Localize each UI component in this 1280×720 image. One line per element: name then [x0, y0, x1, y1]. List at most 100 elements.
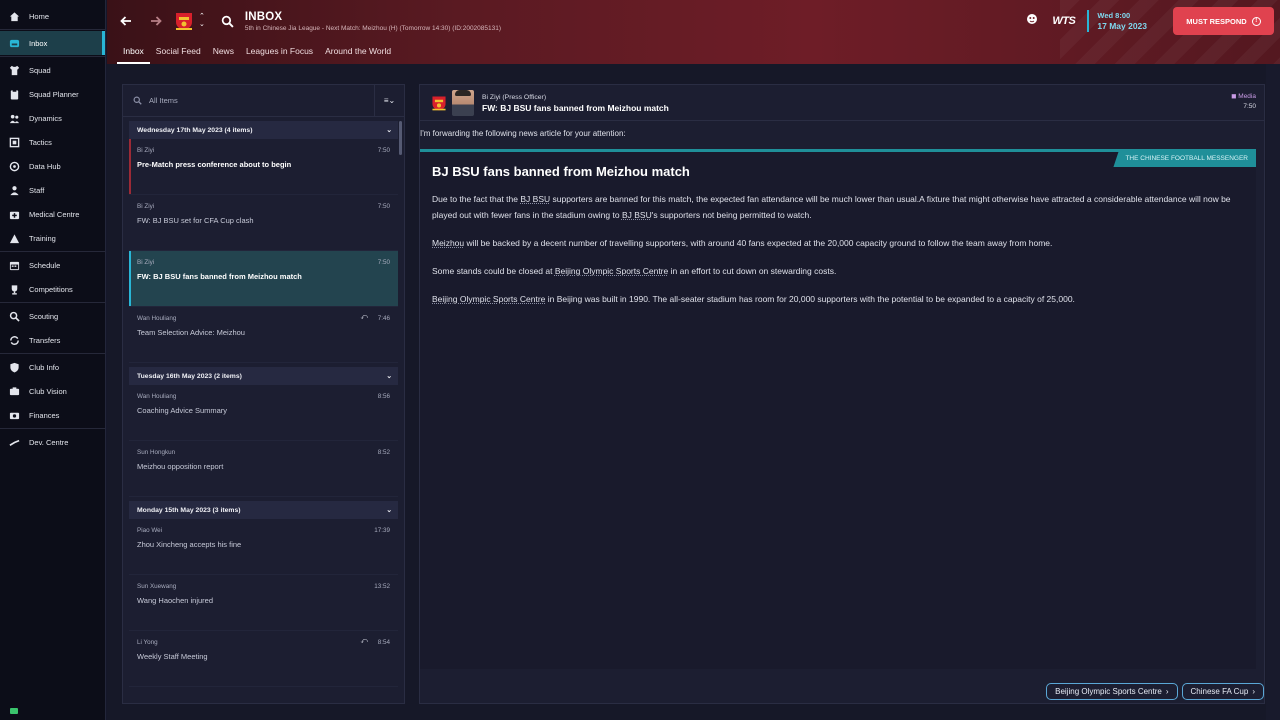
- article-paragraph: Meizhou will be backed by a decent numbe…: [432, 235, 1242, 251]
- page-subtitle: 5th in Chinese Jia League - Next Match: …: [244, 24, 502, 32]
- chevron-down-icon[interactable]: ⌄: [199, 21, 205, 29]
- chevron-up-icon[interactable]: ⌃: [199, 13, 205, 21]
- list-item[interactable]: Bi Ziyi FW: BJ BSU set for CFA Cup clash…: [129, 195, 398, 251]
- sidebar-item-label: Transfers: [29, 335, 61, 345]
- page-title-block: INBOX 5th in Chinese Jia League - Next M…: [245, 11, 501, 32]
- sidebar-item-home[interactable]: Home: [0, 4, 105, 28]
- news-article: THE CHINESE FOOTBALL MESSENGER BJ BSU fa…: [420, 149, 1256, 669]
- back-arrow-icon[interactable]: [115, 10, 137, 32]
- date-group-header[interactable]: Monday 15th May 2023 (3 items) ⌄: [129, 501, 398, 519]
- sidebar-item-tactics[interactable]: Tactics: [0, 130, 105, 154]
- sidebar-item-dev-centre[interactable]: Dev. Centre: [0, 430, 105, 454]
- list-item[interactable]: Sun Hongkun Meizhou opposition report 8:…: [129, 441, 398, 497]
- chevron-down-icon[interactable]: ⌄: [386, 506, 392, 514]
- date-group-header[interactable]: Tuesday 16th May 2023 (2 items) ⌄: [129, 367, 398, 385]
- tab-news[interactable]: News: [207, 44, 240, 64]
- avatar[interactable]: [452, 89, 474, 116]
- list-item-selected[interactable]: Bi Ziyi FW: BJ BSU fans banned from Meiz…: [129, 251, 398, 307]
- message-time: 17:39: [374, 527, 390, 534]
- sidebar-item-label: Tactics: [29, 137, 52, 147]
- sidebar-item-training[interactable]: Training: [0, 226, 105, 250]
- list-item[interactable]: Piao Wei Zhou Xincheng accepts his fine …: [129, 519, 398, 575]
- link-button-stadium[interactable]: Beijing Olympic Sports Centre ›: [1046, 683, 1178, 700]
- list-item[interactable]: Wan Houliang Coaching Advice Summary 8:5…: [129, 385, 398, 441]
- sidebar-item-transfers[interactable]: Transfers: [0, 328, 105, 352]
- sidebar-item-squad[interactable]: Squad: [0, 58, 105, 82]
- sidebar-item-label: Finances: [29, 410, 60, 420]
- filter-menu-icon[interactable]: ≡⌄: [374, 84, 404, 117]
- club-link[interactable]: BJ BSU: [520, 194, 550, 204]
- search-input[interactable]: All Items: [149, 96, 374, 105]
- sidebar-item-label: Competitions: [29, 284, 73, 294]
- message-sender: Bi Ziyi: [137, 147, 155, 154]
- message-time: 7:50: [377, 259, 390, 266]
- forward-arrow-icon[interactable]: [145, 10, 167, 32]
- list-item[interactable]: Sun Xuewang Wang Haochen injured 13:52: [129, 575, 398, 631]
- message-sender: Li Yong: [137, 639, 158, 646]
- message-subject: Wang Haochen injured: [137, 596, 214, 605]
- message-time: 8:52: [377, 449, 390, 456]
- message-meta: ◼ Media 7:50: [1231, 92, 1256, 112]
- sidebar-item-label: Home: [29, 11, 50, 21]
- list-item[interactable]: Bi Ziyi Pre-Match press conference about…: [129, 139, 398, 195]
- scrollbar-thumb[interactable]: [399, 121, 402, 155]
- search-icon[interactable]: [217, 10, 239, 32]
- sidebar-item-squad-planner[interactable]: Squad Planner: [0, 82, 105, 106]
- header: ⌃ ⌄ INBOX 5th in Chinese Jia League - Ne…: [107, 0, 1280, 64]
- must-respond-button[interactable]: MUST RESPOND !: [1173, 7, 1274, 35]
- sidebar: Home Inbox Squad Squad Planner Dynamics …: [0, 0, 106, 720]
- link-button-competition[interactable]: Chinese FA Cup ›: [1181, 683, 1264, 700]
- dynamics-icon: [8, 112, 20, 124]
- list-item[interactable]: Li Yong Weekly Staff Meeting ⤺ 8:54: [129, 631, 398, 687]
- club-link[interactable]: Meizhou: [432, 238, 464, 248]
- article-paragraph: Due to the fact that the BJ BSU supporte…: [432, 191, 1242, 223]
- sidebar-item-inbox[interactable]: Inbox: [0, 31, 105, 55]
- ai-assistant-icon[interactable]: [1026, 12, 1038, 30]
- club-badge[interactable]: ⌃ ⌄: [173, 10, 205, 32]
- inbox-filter-bar: All Items ≡⌄: [123, 84, 404, 117]
- article-paragraph: Some stands could be closed at Beijing O…: [432, 263, 1242, 279]
- message-subject: Weekly Staff Meeting: [137, 652, 208, 661]
- tab-inbox[interactable]: Inbox: [117, 44, 150, 64]
- game-date[interactable]: Wed 8:00 17 May 2023: [1087, 10, 1147, 32]
- club-badge-icon: [176, 13, 192, 30]
- stadium-link[interactable]: Beijing Olympic Sports Centre: [432, 294, 545, 304]
- club-switch-chevrons[interactable]: ⌃ ⌄: [199, 13, 205, 29]
- sidebar-item-data-hub[interactable]: Data Hub: [0, 154, 105, 178]
- right-gutter: [1266, 64, 1280, 720]
- sender-line[interactable]: Bi Ziyi (Press Officer): [482, 93, 669, 103]
- sidebar-item-label: Data Hub: [29, 161, 61, 171]
- sidebar-item-club-vision[interactable]: Club Vision: [0, 379, 105, 403]
- category-badge: ◼ Media: [1231, 92, 1256, 102]
- search-icon: [133, 96, 143, 106]
- tab-around-the-world[interactable]: Around the World: [319, 44, 397, 64]
- page-title: INBOX: [244, 10, 283, 23]
- club-link[interactable]: BJ BSU: [622, 210, 652, 220]
- data-hub-icon: [8, 160, 20, 172]
- message-time: 7:46: [377, 315, 390, 322]
- sidebar-item-finances[interactable]: Finances: [0, 403, 105, 427]
- sidebar-item-scouting[interactable]: Scouting: [0, 304, 105, 328]
- date-group-header[interactable]: Wednesday 17th May 2023 (4 items) ⌄: [129, 121, 398, 139]
- chevron-down-icon[interactable]: ⌄: [386, 372, 392, 380]
- sidebar-item-schedule[interactable]: Schedule: [0, 253, 105, 277]
- tab-leagues-in-focus[interactable]: Leagues in Focus: [240, 44, 319, 64]
- list-item[interactable]: Wan Houliang Team Selection Advice: Meiz…: [129, 307, 398, 363]
- tab-social-feed[interactable]: Social Feed: [150, 44, 207, 64]
- sender-name[interactable]: Bi Ziyi: [482, 94, 501, 101]
- sidebar-item-label: Club Vision: [29, 386, 67, 396]
- stadium-link[interactable]: Beijing Olympic Sports Centre: [555, 266, 668, 276]
- sidebar-item-dynamics[interactable]: Dynamics: [0, 106, 105, 130]
- sidebar-item-medical-centre[interactable]: Medical Centre: [0, 202, 105, 226]
- forward-intro: I'm forwarding the following news articl…: [420, 129, 626, 138]
- chevron-down-icon[interactable]: ⌄: [386, 126, 392, 134]
- sidebar-item-staff[interactable]: Staff: [0, 178, 105, 202]
- sidebar-item-competitions[interactable]: Competitions: [0, 277, 105, 301]
- sidebar-item-club-info[interactable]: Club Info: [0, 355, 105, 379]
- wts-logo[interactable]: WTS: [1052, 15, 1075, 27]
- message-sender: Sun Hongkun: [137, 449, 176, 456]
- inbox-list: All Items ≡⌄ Wednesday 17th May 2023 (4 …: [122, 84, 405, 704]
- sidebar-item-label: Squad Planner: [29, 89, 79, 99]
- text-segment: Some stands could be closed at: [432, 266, 555, 276]
- message-subject: FW: BJ BSU set for CFA Cup clash: [137, 216, 254, 225]
